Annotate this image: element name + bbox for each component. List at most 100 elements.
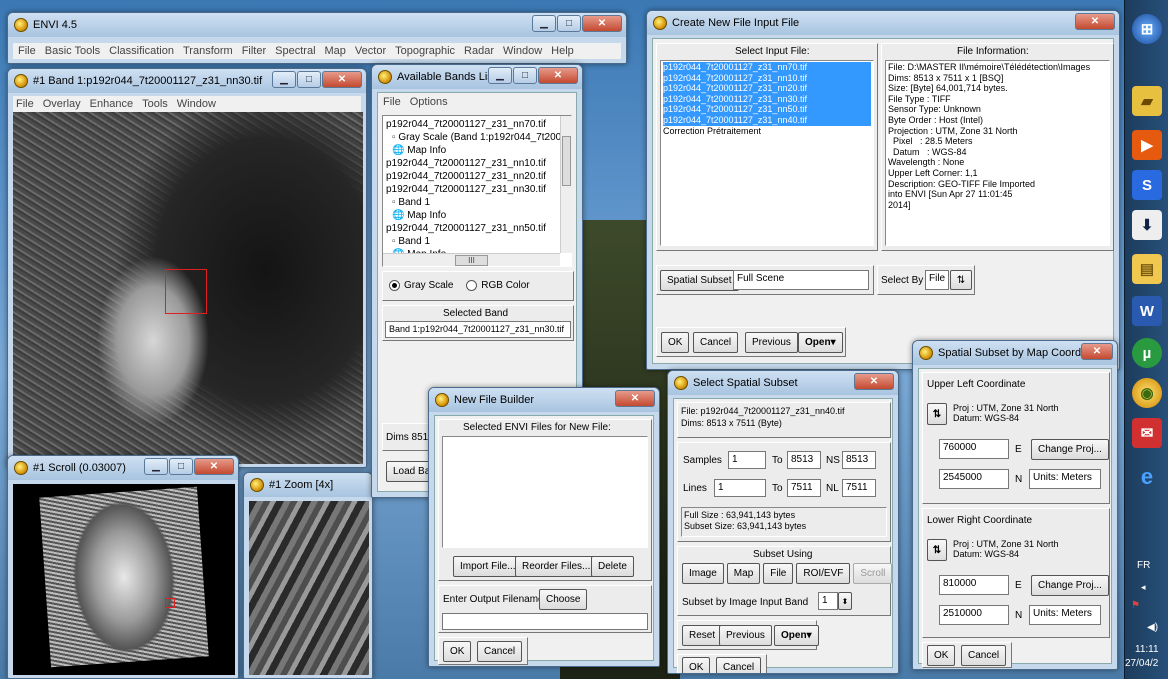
- minimize-button[interactable]: ▁: [488, 67, 512, 84]
- zoom-image[interactable]: [249, 501, 369, 675]
- swap-coords-icon[interactable]: ⇅: [927, 403, 947, 425]
- reorder-files-button[interactable]: Reorder Files...: [515, 556, 598, 577]
- envi-taskbar-icon[interactable]: ◉: [1132, 378, 1162, 408]
- maximize-button[interactable]: □: [297, 71, 321, 88]
- swap-coords-icon[interactable]: ⇅: [927, 539, 947, 561]
- rgb-color-radio[interactable]: RGB Color: [466, 280, 530, 291]
- scroll-box-indicator[interactable]: [165, 598, 175, 608]
- selected-files-list[interactable]: [442, 436, 648, 548]
- selected-band-field[interactable]: Band 1:p192r044_7t20001127_z31_nn30.tif: [385, 321, 571, 338]
- media-player-icon[interactable]: ▶: [1132, 130, 1162, 160]
- gray-scale-radio[interactable]: Gray Scale: [389, 280, 453, 291]
- band-image[interactable]: [13, 112, 363, 464]
- utorrent-icon[interactable]: µ: [1132, 338, 1162, 368]
- delete-button[interactable]: Delete: [591, 556, 634, 577]
- clock-time[interactable]: 11:11: [1135, 644, 1159, 655]
- sort-toggle-icon[interactable]: ⇅: [950, 270, 972, 290]
- red-app-icon[interactable]: ✉: [1132, 418, 1162, 448]
- input-file-item[interactable]: p192r044_7t20001127_z31_nn70.tif: [663, 62, 871, 73]
- samples-to-input[interactable]: 8513: [787, 451, 821, 469]
- previous-button[interactable]: Previous: [719, 625, 772, 646]
- close-button[interactable]: ✕: [322, 71, 362, 88]
- import-file-button[interactable]: Import File...: [453, 556, 523, 577]
- word-icon[interactable]: W: [1132, 296, 1162, 326]
- band-tree-file[interactable]: p192r044_7t20001127_z31_nn20.tif: [386, 171, 568, 184]
- cancel-button[interactable]: Cancel: [693, 332, 739, 353]
- band-spinner-icon[interactable]: ⬍: [838, 592, 852, 610]
- cancel-button[interactable]: Cancel: [716, 657, 762, 673]
- subset-using-scroll-button[interactable]: Scroll: [853, 563, 893, 584]
- hscroll-thumb[interactable]: III: [455, 255, 488, 266]
- band-tree-file[interactable]: p192r044_7t20001127_z31_nn50.tif: [386, 223, 568, 236]
- subset-using-file-button[interactable]: File: [763, 563, 794, 584]
- band-tree-child[interactable]: 🌐 Map Info: [386, 145, 568, 158]
- band-tree-file[interactable]: p192r044_7t20001127_z31_nn30.tif: [386, 184, 568, 197]
- maximize-button[interactable]: □: [169, 458, 193, 475]
- network-icon[interactable]: ⚑: [1131, 600, 1140, 611]
- input-file-item[interactable]: p192r044_7t20001127_z31_nn30.tif: [663, 93, 871, 105]
- select-by-field[interactable]: File: [925, 270, 949, 290]
- menu-item[interactable]: Enhance: [90, 98, 133, 110]
- maximize-button[interactable]: □: [557, 15, 581, 32]
- minimize-button[interactable]: ▁: [532, 15, 556, 32]
- upper-easting-input[interactable]: 760000: [939, 439, 1009, 459]
- upper-northing-input[interactable]: 2545000: [939, 469, 1009, 489]
- menu-item[interactable]: File: [383, 96, 401, 108]
- minimize-button[interactable]: ▁: [272, 71, 296, 88]
- file-explorer-icon[interactable]: ▤: [1132, 254, 1162, 284]
- lines-to-input[interactable]: 7511: [787, 479, 821, 497]
- menu-item[interactable]: Filter: [242, 45, 266, 57]
- minimize-button[interactable]: ▁: [144, 458, 168, 475]
- cancel-button[interactable]: Cancel: [961, 645, 1007, 666]
- open-dropdown-button[interactable]: Open ▾: [774, 625, 819, 646]
- input-file-item[interactable]: p192r044_7t20001127_z31_nn20.tif: [663, 83, 871, 94]
- browser-icon[interactable]: S: [1132, 170, 1162, 200]
- ok-button[interactable]: OK: [927, 645, 956, 666]
- menu-item[interactable]: Vector: [355, 45, 386, 57]
- band-tree-child[interactable]: 🌐 Map Info: [386, 210, 568, 223]
- band-tree-file[interactable]: p192r044_7t20001127_z31_nn10.tif: [386, 158, 568, 171]
- change-proj-button[interactable]: Change Proj...: [1031, 575, 1109, 596]
- subset-band-input[interactable]: 1: [818, 592, 838, 610]
- file-input-titlebar[interactable]: Create New File Input File: [647, 11, 1119, 35]
- previous-button[interactable]: Previous: [745, 332, 798, 353]
- subset-using-image-button[interactable]: Image: [682, 563, 724, 584]
- ok-button[interactable]: OK: [661, 332, 690, 353]
- start-orb-icon[interactable]: ⊞: [1132, 14, 1162, 44]
- ok-button[interactable]: OK: [443, 641, 472, 662]
- input-file-item[interactable]: p192r044_7t20001127_z31_nn10.tif: [663, 72, 871, 84]
- bands-tree[interactable]: p192r044_7t20001127_z31_nn70.tif ▫ Gray S…: [382, 115, 572, 267]
- app-shortcut-icon[interactable]: ⬇: [1132, 210, 1162, 240]
- menu-item[interactable]: Help: [551, 45, 574, 57]
- menu-item[interactable]: File: [16, 98, 34, 110]
- subset-using-roievf-button[interactable]: ROI/EVF: [796, 563, 851, 584]
- menu-item[interactable]: Transform: [183, 45, 233, 57]
- output-filename-input[interactable]: [442, 613, 648, 630]
- menu-item[interactable]: Spectral: [275, 45, 315, 57]
- lower-easting-input[interactable]: 810000: [939, 575, 1009, 595]
- spatial-subset-button[interactable]: Spatial Subset: [660, 270, 739, 291]
- choose-button[interactable]: Choose: [539, 589, 588, 610]
- menu-item[interactable]: Basic Tools: [45, 45, 100, 57]
- close-button[interactable]: ✕: [854, 373, 894, 390]
- bands-tree-vscrollbar[interactable]: [560, 116, 572, 253]
- band-tree-file[interactable]: p192r044_7t20001127_z31_nn70.tif: [386, 119, 568, 132]
- close-button[interactable]: ✕: [582, 15, 622, 32]
- input-file-item[interactable]: p192r044_7t20001127_z31_nn40.tif: [663, 114, 871, 126]
- menu-item[interactable]: Overlay: [43, 98, 81, 110]
- input-file-list[interactable]: p192r044_7t20001127_z31_nn70.tif p192r044…: [660, 60, 874, 246]
- internet-explorer-icon[interactable]: e: [1132, 462, 1162, 492]
- band-tree-child[interactable]: ▫ Gray Scale (Band 1:p192r044_7t2000: [386, 132, 568, 145]
- change-proj-button[interactable]: Change Proj...: [1031, 439, 1109, 460]
- close-button[interactable]: ✕: [1075, 13, 1115, 30]
- scroll-thumb[interactable]: [562, 136, 571, 186]
- scroll-image[interactable]: [13, 484, 235, 675]
- band-tree-child[interactable]: ▫ Band 1: [386, 236, 568, 249]
- language-indicator[interactable]: FR: [1137, 560, 1150, 571]
- cancel-button[interactable]: Cancel: [477, 641, 523, 662]
- menu-item[interactable]: Tools: [142, 98, 168, 110]
- close-button[interactable]: ✕: [538, 67, 578, 84]
- subset-using-map-button[interactable]: Map: [726, 563, 761, 584]
- close-button[interactable]: ✕: [194, 458, 234, 475]
- menu-item[interactable]: Topographic: [395, 45, 455, 57]
